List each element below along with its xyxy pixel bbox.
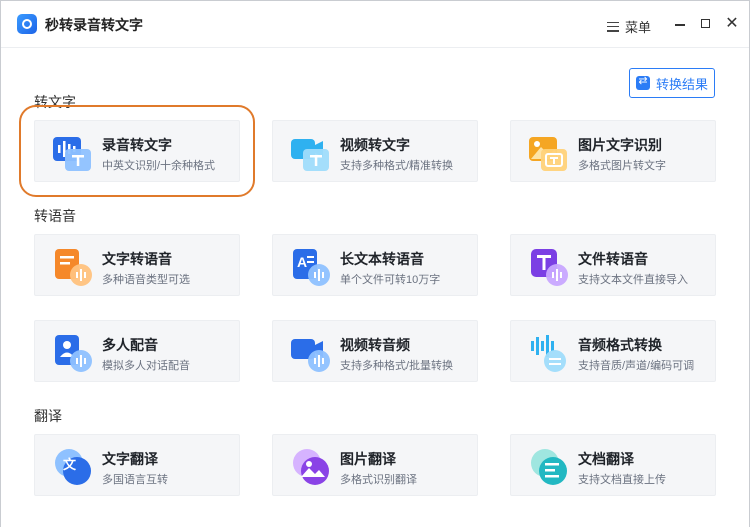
long-text-to-speech-icon: A [293, 249, 330, 286]
section-title-translate: 翻译 [34, 408, 62, 424]
card-title: 多人配音 [102, 337, 158, 353]
app-window: 秒转录音转文字 菜单 ✕ 转换结果 转文字 录音转 [0, 0, 750, 527]
card-audio-format-convert[interactable]: 音频格式转换 支持音质/声道/编码可调 [510, 320, 716, 382]
image-translate-icon [293, 449, 329, 485]
card-subtitle: 多格式识别翻译 [340, 474, 417, 486]
multi-voice-icon [55, 335, 92, 372]
document-translate-icon [531, 449, 567, 485]
card-title: 图片翻译 [340, 451, 396, 467]
card-subtitle: 多格式图片转文字 [578, 160, 666, 172]
audio-format-icon [531, 335, 566, 372]
card-title: 录音转文字 [102, 137, 172, 153]
card-subtitle: 支持文本文件直接导入 [578, 274, 688, 286]
card-title: 文件转语音 [578, 251, 648, 267]
audio-to-text-icon [53, 137, 91, 171]
card-text-translate[interactable]: 文 文字翻译 多国语言互转 [34, 434, 240, 496]
card-subtitle: 支持多种格式/精准转换 [340, 160, 454, 172]
minimize-button[interactable] [671, 15, 689, 33]
svg-text:文: 文 [63, 457, 77, 473]
card-subtitle: 模拟多人对话配音 [102, 360, 190, 372]
card-title: 文字翻译 [102, 451, 158, 467]
text-to-speech-icon [55, 249, 92, 286]
app-title: 秒转录音转文字 [45, 17, 143, 33]
card-image-ocr[interactable]: 图片文字识别 多格式图片转文字 [510, 120, 716, 182]
card-multi-voice[interactable]: 多人配音 模拟多人对话配音 [34, 320, 240, 382]
card-title: 音频格式转换 [578, 337, 662, 353]
card-title: 长文本转语音 [340, 251, 424, 267]
section-title-to-speech: 转语音 [34, 208, 76, 224]
card-title: 文字转语音 [102, 251, 172, 267]
card-subtitle: 多种语音类型可选 [102, 274, 190, 286]
menu-label: 菜单 [625, 20, 652, 35]
swap-icon [635, 74, 650, 90]
title-bar: 秒转录音转文字 菜单 ✕ [1, 1, 749, 47]
hamburger-icon [607, 21, 619, 32]
video-to-text-icon [291, 139, 329, 171]
close-button[interactable]: ✕ [723, 15, 741, 33]
card-subtitle: 单个文件可转10万字 [340, 274, 441, 286]
card-title: 视频转音频 [340, 337, 410, 353]
conversion-results-button[interactable]: 转换结果 [629, 68, 715, 98]
card-image-translate[interactable]: 图片翻译 多格式识别翻译 [272, 434, 478, 496]
card-title: 视频转文字 [340, 137, 410, 153]
card-video-to-audio[interactable]: 视频转音频 支持多种格式/批量转换 [272, 320, 478, 382]
card-text-to-speech[interactable]: 文字转语音 多种语音类型可选 [34, 234, 240, 296]
video-to-audio-icon [291, 339, 330, 372]
card-subtitle: 中英文识别/十余种格式 [102, 160, 216, 172]
card-video-to-text[interactable]: 视频转文字 支持多种格式/精准转换 [272, 120, 478, 182]
card-subtitle: 支持文档直接上传 [578, 474, 666, 486]
svg-text:A: A [297, 254, 307, 270]
card-long-text-to-speech[interactable]: A 长文本转语音 单个文件可转10万字 [272, 234, 478, 296]
card-title: 文档翻译 [578, 451, 634, 467]
card-subtitle: 支持多种格式/批量转换 [340, 360, 454, 372]
card-file-to-speech[interactable]: 文件转语音 支持文本文件直接导入 [510, 234, 716, 296]
card-audio-to-text[interactable]: 录音转文字 中英文识别/十余种格式 [19, 105, 255, 197]
image-ocr-icon [529, 137, 567, 171]
card-subtitle: 多国语言互转 [102, 474, 168, 486]
card-document-translate[interactable]: 文档翻译 支持文档直接上传 [510, 434, 716, 496]
text-translate-icon: 文 [55, 449, 91, 485]
section-title-to-text: 转文字 [34, 94, 76, 110]
menu-button[interactable]: 菜单 [607, 17, 651, 36]
maximize-button[interactable] [697, 15, 715, 33]
conversion-results-label: 转换结果 [655, 76, 708, 92]
card-subtitle: 支持音质/声道/编码可调 [578, 360, 695, 372]
card-title: 图片文字识别 [578, 137, 662, 153]
main-content: 转换结果 转文字 录音转文字 中英文识别/十余种格式 [1, 47, 749, 527]
file-to-speech-icon [531, 249, 568, 286]
app-logo-icon [17, 14, 37, 34]
